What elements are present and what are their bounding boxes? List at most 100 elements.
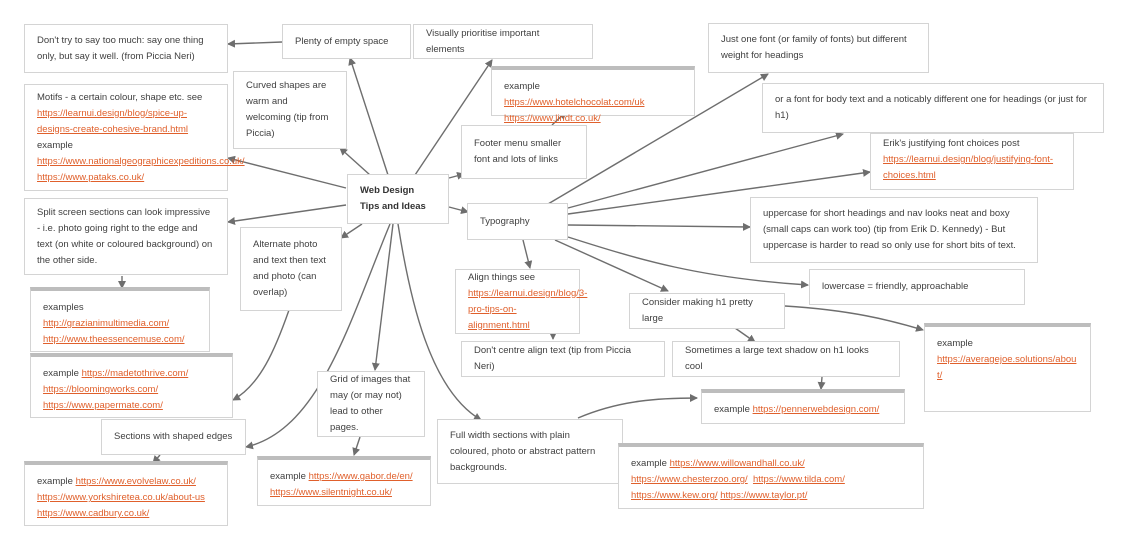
connector-grid-to-examples xyxy=(352,436,361,456)
node-web-design-center[interactable]: Web Design Tips and Ideas xyxy=(347,174,449,224)
node-alternate-photo[interactable]: Alternate photo and text then text and p… xyxy=(240,227,342,311)
node-erik-post[interactable]: Erik's justifying font choices post http… xyxy=(870,133,1074,190)
node-curved-shapes[interactable]: Curved shapes are warm and welcoming (ti… xyxy=(233,71,347,149)
node-visually-prioritise[interactable]: Visually prioritise important elements xyxy=(413,24,593,59)
link-silentnight[interactable]: https://www.silentnight.co.uk/ xyxy=(270,487,392,498)
example-label: example xyxy=(37,139,73,151)
node-consider-h1[interactable]: Consider making h1 pretty large xyxy=(629,293,785,329)
node-text: Motifs - a certain colour, shape etc. se… xyxy=(37,91,203,103)
mind-map-canvas: Don't try to say too much: say one thing… xyxy=(0,0,1126,549)
node-dont-centre[interactable]: Don't centre align text (tip from Piccia… xyxy=(461,341,665,377)
node-motifs[interactable]: Motifs - a certain colour, shape etc. se… xyxy=(24,84,245,191)
example-label: example xyxy=(37,476,73,487)
connector-center-to-split xyxy=(227,204,347,225)
link-evolvelaw[interactable]: https://www.evolvelaw.co.uk/ xyxy=(76,476,196,487)
node-text: Curved shapes are warm and welcoming (ti… xyxy=(246,80,329,139)
node-text: Footer menu smaller font and lots of lin… xyxy=(474,138,562,165)
link-justifying-fonts[interactable]: https://learnui.design/blog/justifying-f… xyxy=(883,154,1053,181)
node-text: Don't centre align text (tip from Piccia… xyxy=(474,345,632,372)
connector-center-to-typography xyxy=(448,206,469,215)
example-label: example xyxy=(937,338,973,349)
node-text: Sections with shaped edges xyxy=(114,431,233,442)
node-uppercase[interactable]: uppercase for short headings and nav loo… xyxy=(750,197,1038,263)
link-kew[interactable]: https://www.kew.org/ xyxy=(631,490,718,501)
node-split-screen[interactable]: Split screen sections can look impressiv… xyxy=(24,198,228,275)
node-text: Just one font (or family of fonts) but d… xyxy=(721,34,907,61)
connector-center-to-motifs xyxy=(227,155,347,189)
node-text: Typography xyxy=(480,215,530,227)
link-pennerwebdesign[interactable]: https://pennerwebdesign.com/ xyxy=(753,404,880,415)
node-text: Don't try to say too much: say one thing… xyxy=(37,34,204,62)
motifs-link-pataks[interactable]: https://www.pataks.co.uk/ xyxy=(37,172,144,183)
center-title: Web Design Tips and Ideas xyxy=(360,185,426,212)
motifs-link-natgeo[interactable]: https://www.nationalgeographicexpedition… xyxy=(37,156,245,167)
connector-center-to-curved xyxy=(339,147,371,176)
link-averagejoe[interactable]: https://averagejoe.solutions/about/ xyxy=(937,354,1076,381)
link-graziani[interactable]: http://grazianimultimedia.com/ xyxy=(43,318,169,329)
node-footer-menu[interactable]: Footer menu smaller font and lots of lin… xyxy=(461,125,587,179)
node-full-width-examples[interactable]: example https://www.willowandhall.co.uk/… xyxy=(618,443,924,509)
node-text: Align things see xyxy=(468,271,536,283)
example-label: example xyxy=(631,458,667,469)
node-shaped-examples[interactable]: example https://www.evolvelaw.co.uk/ htt… xyxy=(24,461,228,526)
link-gabor[interactable]: https://www.gabor.de/en/ xyxy=(309,471,413,482)
motifs-link-learnui[interactable]: https://learnui.design/blog/spice-up-des… xyxy=(37,108,188,135)
node-text: Full width sections with plain coloured,… xyxy=(450,429,596,473)
link-taylor[interactable]: https://www.taylor.pt/ xyxy=(720,490,807,501)
node-h1-example[interactable]: example https://averagejoe.solutions/abo… xyxy=(924,323,1091,412)
connector-alternate-to-examples xyxy=(232,309,290,401)
connector-center-to-empty xyxy=(348,57,389,176)
link-essencemuse[interactable]: http://www.theessencemuse.com/ xyxy=(43,334,185,345)
node-text-shadow[interactable]: Sometimes a large text shadow on h1 look… xyxy=(672,341,900,377)
node-text: Split screen sections can look impressiv… xyxy=(37,206,213,266)
connector-typography-to-uppercase xyxy=(567,222,751,231)
connector-shadow-to-example xyxy=(817,376,826,390)
example-label: example xyxy=(43,368,79,379)
connector-typography-to-align xyxy=(522,239,533,269)
link-bloomingworks[interactable]: https://bloomingworks.com/ xyxy=(43,384,158,395)
connector-h1-to-example xyxy=(784,305,924,332)
node-empty-space[interactable]: Plenty of empty space xyxy=(282,24,411,59)
node-body-heading-font[interactable]: or a font for body text and a noticably … xyxy=(762,83,1104,133)
node-full-width[interactable]: Full width sections with plain coloured,… xyxy=(437,419,623,484)
link-willowandhall[interactable]: https://www.willowandhall.co.uk/ xyxy=(670,458,805,469)
example-label: example xyxy=(504,81,540,92)
node-dont-say-too-much[interactable]: Don't try to say too much: say one thing… xyxy=(24,24,228,73)
node-shaped-edges[interactable]: Sections with shaped edges xyxy=(101,419,246,455)
link-hotelchocolat[interactable]: https://www.hotelchocolat.com/uk xyxy=(504,97,644,108)
link-madetothrive[interactable]: https://madetothrive.com/ xyxy=(82,368,189,379)
node-text: Grid of images that may (or may not) lea… xyxy=(330,374,411,433)
node-text: Sometimes a large text shadow on h1 look… xyxy=(685,345,869,372)
link-alignment[interactable]: https://learnui.design/blog/3-pro-tips-o… xyxy=(468,288,587,331)
node-lowercase[interactable]: lowercase = friendly, approachable xyxy=(809,269,1025,305)
connector-center-to-alternate xyxy=(340,223,363,239)
node-text: Consider making h1 pretty large xyxy=(642,297,753,324)
link-yorkshiretea[interactable]: https://www.yorkshiretea.co.uk/about-us xyxy=(37,492,205,503)
node-alternate-examples[interactable]: example https://madetothrive.com/ https:… xyxy=(30,353,233,418)
node-one-font[interactable]: Just one font (or family of fonts) but d… xyxy=(708,23,929,73)
connector-h1-to-shadow xyxy=(734,327,756,343)
example-label: example xyxy=(270,471,306,482)
node-text: uppercase for short headings and nav loo… xyxy=(763,208,1016,251)
node-grid-images[interactable]: Grid of images that may (or may not) lea… xyxy=(317,371,425,437)
link-chesterzoo[interactable]: https://www.chesterzoo.org/ xyxy=(631,474,748,485)
link-papermate[interactable]: https://www.papermate.com/ xyxy=(43,400,163,411)
link-cadbury[interactable]: https://www.cadbury.co.uk/ xyxy=(37,508,149,519)
node-text: Visually prioritise important elements xyxy=(426,27,540,55)
connector-center-to-grid xyxy=(371,223,394,371)
node-text: Plenty of empty space xyxy=(295,35,389,47)
node-text: lowercase = friendly, approachable xyxy=(822,281,969,292)
connector-fullwidth-to-shadow-ex xyxy=(577,394,698,419)
node-align-things[interactable]: Align things see https://learnui.design/… xyxy=(455,269,587,334)
node-text: Alternate photo and text then text and p… xyxy=(253,239,326,298)
node-typography[interactable]: Typography xyxy=(467,203,568,240)
node-text: or a font for body text and a noticably … xyxy=(775,94,1087,121)
node-split-examples[interactable]: examples http://grazianimultimedia.com/ … xyxy=(30,287,210,352)
example-label: example xyxy=(714,404,750,415)
link-lindt[interactable]: https://www.lindt.co.uk/ xyxy=(504,113,601,124)
link-tilda[interactable]: https://www.tilda.com/ xyxy=(753,474,845,485)
node-shadow-example[interactable]: example https://pennerwebdesign.com/ xyxy=(701,389,905,424)
examples-label: examples xyxy=(43,302,84,313)
node-grid-examples[interactable]: example https://www.gabor.de/en/ https:/… xyxy=(257,456,431,506)
node-footer-examples[interactable]: example https://www.hotelchocolat.com/uk… xyxy=(491,66,695,124)
